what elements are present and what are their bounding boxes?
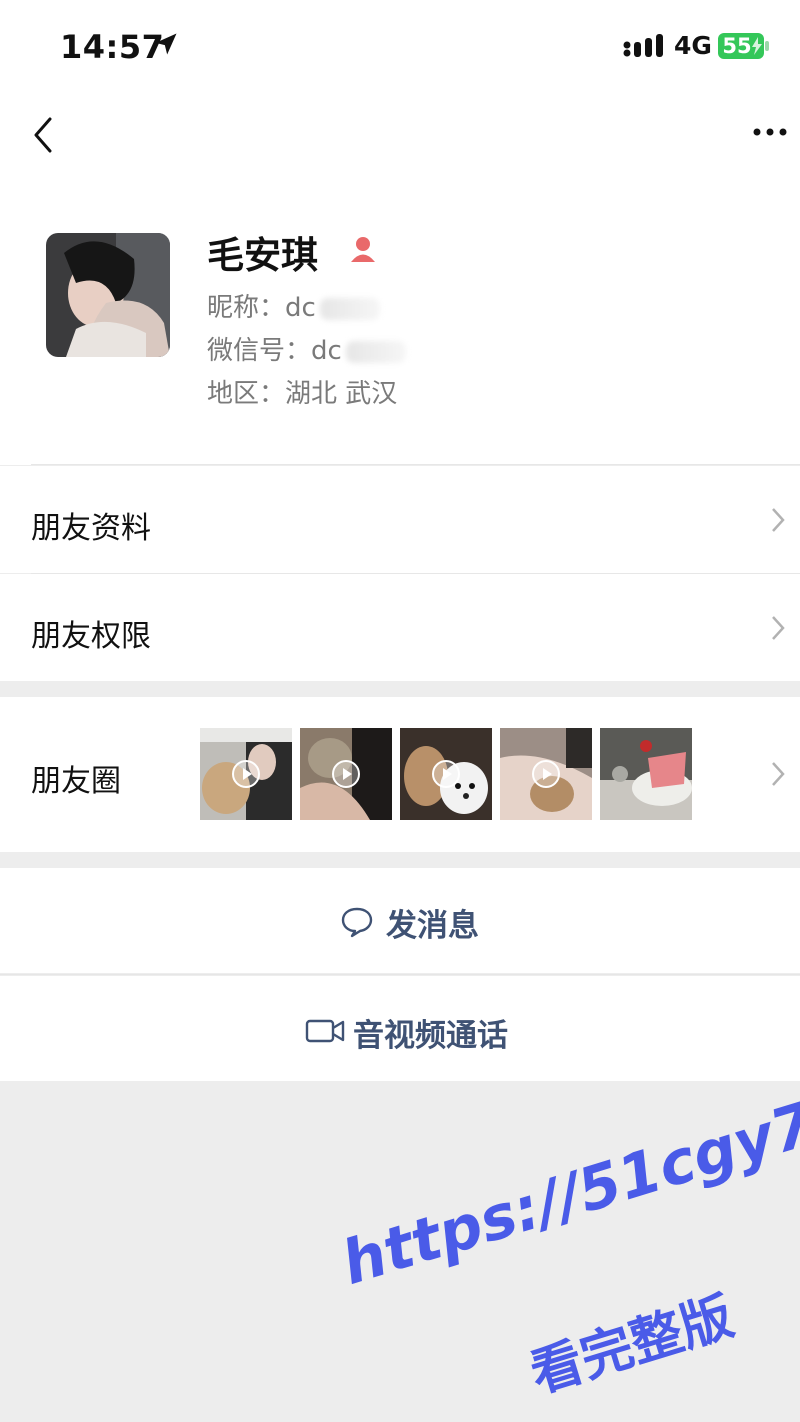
moments-thumbnail[interactable] bbox=[500, 728, 592, 820]
female-gender-icon bbox=[351, 237, 375, 262]
nav-bar bbox=[0, 95, 800, 195]
moments-thumbnail[interactable] bbox=[400, 728, 492, 820]
profile-name: 毛安琪 bbox=[207, 234, 318, 277]
wechat-id-row: 微信号：dc bbox=[207, 330, 406, 367]
region-row: 地区：湖北 武汉 bbox=[207, 373, 397, 410]
region-value: 湖北 武汉 bbox=[285, 379, 398, 409]
friend-permissions-label: 朋友权限 bbox=[31, 619, 151, 654]
chevron-right-icon bbox=[772, 762, 785, 786]
video-play-icon bbox=[232, 760, 260, 788]
send-message-button[interactable]: 发消息 bbox=[0, 868, 800, 973]
nickname-row: 昵称：dc bbox=[207, 287, 380, 324]
avatar[interactable] bbox=[46, 233, 170, 357]
wechat-id-value: dc bbox=[311, 336, 342, 366]
location-arrow-icon bbox=[155, 33, 177, 55]
back-arrow-icon[interactable] bbox=[30, 115, 56, 155]
chevron-right-icon bbox=[772, 616, 785, 640]
divider bbox=[0, 974, 800, 975]
nickname-label: 昵称： bbox=[207, 293, 286, 323]
status-bar: 14:57 4G 55 bbox=[0, 0, 800, 95]
redacted-blur bbox=[345, 340, 406, 363]
moments-thumbnail[interactable] bbox=[300, 728, 392, 820]
region-label: 地区： bbox=[207, 379, 286, 409]
network-type: 4G bbox=[674, 31, 712, 60]
watermark-text: 看完整版 bbox=[523, 1286, 741, 1405]
friend-profile-label: 朋友资料 bbox=[31, 511, 151, 546]
signal-strength-icon bbox=[623, 34, 663, 57]
video-call-label: 音视频通话 bbox=[353, 1018, 508, 1054]
divider bbox=[31, 464, 800, 465]
chat-bubble-icon bbox=[341, 907, 373, 938]
wechat-id-label: 微信号： bbox=[207, 336, 312, 366]
video-play-icon bbox=[432, 760, 460, 788]
moments-thumbnail[interactable] bbox=[200, 728, 292, 820]
video-play-icon bbox=[532, 760, 560, 788]
video-play-icon bbox=[332, 760, 360, 788]
redacted-blur bbox=[319, 297, 380, 320]
status-time: 14:57 bbox=[60, 28, 165, 66]
battery-level: 55 bbox=[722, 34, 752, 58]
chevron-right-icon bbox=[772, 508, 785, 532]
video-camera-icon bbox=[305, 1019, 345, 1043]
moments-label: 朋友圈 bbox=[31, 764, 121, 799]
send-message-label: 发消息 bbox=[386, 908, 479, 944]
friend-permissions-row[interactable]: 朋友权限 bbox=[0, 574, 800, 681]
moments-thumbnail[interactable] bbox=[600, 728, 692, 820]
nickname-value: dc bbox=[285, 293, 316, 323]
friend-profile-row[interactable]: 朋友资料 bbox=[0, 466, 800, 574]
moments-row[interactable]: 朋友圈 bbox=[0, 697, 800, 852]
profile-header: 毛安琪 昵称：dc 微信号：dc 地区：湖北 武汉 bbox=[0, 195, 800, 465]
more-options-icon[interactable] bbox=[752, 127, 788, 137]
video-call-button[interactable]: 音视频通话 bbox=[0, 976, 800, 1081]
